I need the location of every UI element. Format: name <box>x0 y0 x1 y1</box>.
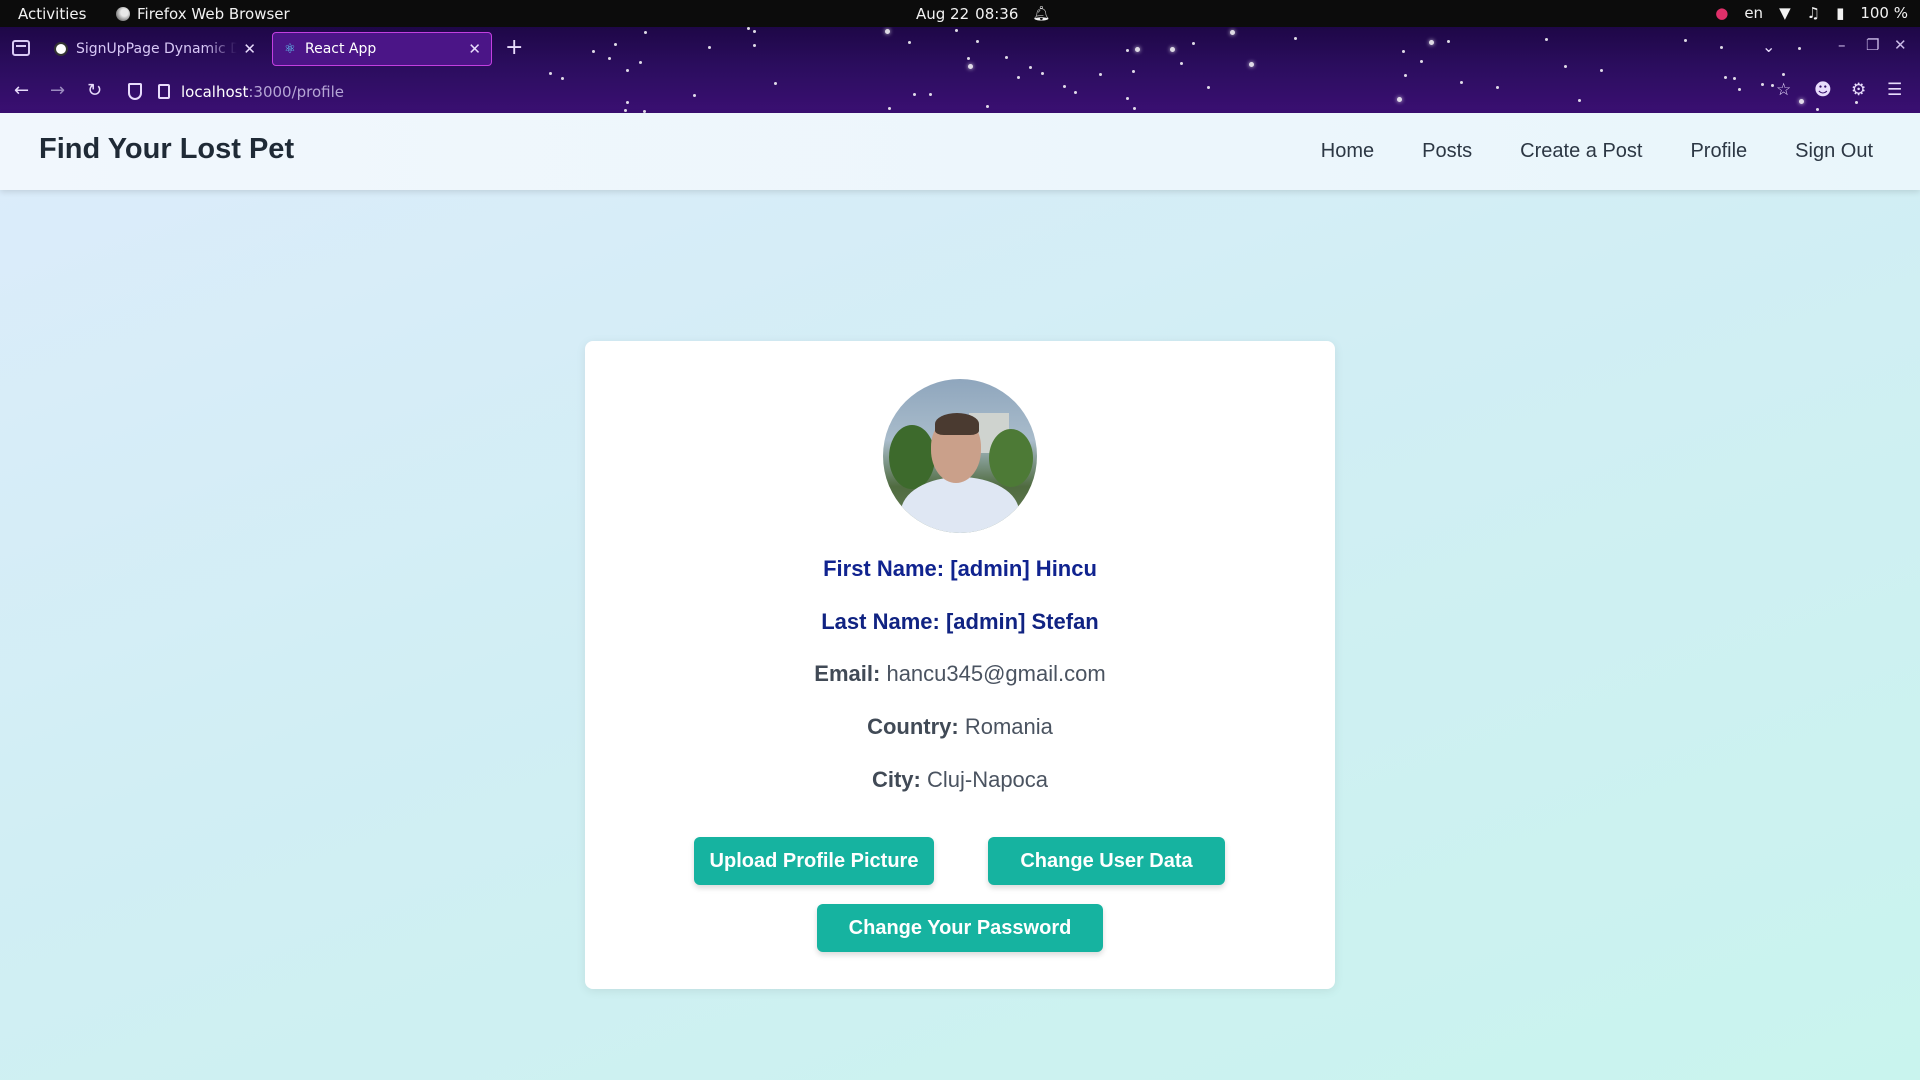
city-label: City: <box>871 767 921 792</box>
first-name-value: [admin] Hincu <box>950 556 1097 581</box>
tab-label: SignUpPage Dynamic Dr <box>76 41 238 57</box>
language-indicator[interactable]: en <box>1744 4 1763 22</box>
clock[interactable]: Aug 22 08:36 🔔︎ <box>916 5 1050 23</box>
back-arrow-icon[interactable]: ← <box>14 80 29 101</box>
bookmark-star-icon[interactable]: ☆ <box>1776 80 1791 100</box>
account-icon[interactable]: ☻ <box>1814 80 1832 100</box>
clock-date: Aug 22 <box>916 5 970 23</box>
city-row: City: Cluj-Napoca <box>585 767 1335 793</box>
last-name-label: Last Name: <box>821 609 940 634</box>
firefox-view-icon[interactable] <box>12 40 30 56</box>
menu-hamburger-icon[interactable]: ☰ <box>1887 80 1902 100</box>
email-value: hancu345@gmail.com <box>886 661 1106 686</box>
nav-home[interactable]: Home <box>1321 140 1374 163</box>
nav-sign-out[interactable]: Sign Out <box>1795 140 1873 163</box>
minimize-icon[interactable]: – <box>1838 36 1846 54</box>
new-tab-icon[interactable]: + <box>505 35 523 60</box>
close-tab-icon[interactable]: ✕ <box>468 40 481 58</box>
city-value: Cluj-Napoca <box>926 767 1049 792</box>
reload-icon[interactable]: ↻ <box>87 80 102 101</box>
nav-menu: Home Posts Create a Post Profile Sign Ou… <box>1321 140 1873 163</box>
close-tab-icon[interactable]: ✕ <box>243 40 256 58</box>
tab-signup-page[interactable]: SignUpPage Dynamic Dr ✕ <box>44 32 266 66</box>
restore-icon[interactable]: ❐ <box>1866 36 1879 54</box>
wifi-icon: ▼ <box>1779 4 1791 22</box>
tracking-protection-shield-icon[interactable] <box>128 83 142 100</box>
activities-button[interactable]: Activities <box>18 5 86 23</box>
page-info-icon[interactable] <box>158 84 170 99</box>
nav-posts[interactable]: Posts <box>1422 140 1472 163</box>
app-name: Firefox Web Browser <box>137 5 290 23</box>
tab-react-app[interactable]: ⚛ React App ✕ <box>272 32 492 66</box>
browser-chrome: SignUpPage Dynamic Dr ✕ ⚛ React App ✕ + … <box>0 27 1920 113</box>
last-name-row: Last Name: [admin] Stefan <box>585 609 1335 635</box>
avatar <box>883 379 1037 533</box>
list-all-tabs-chevron-icon[interactable]: ⌄ <box>1762 37 1775 56</box>
app-navbar: Find Your Lost Pet Home Posts Create a P… <box>0 113 1920 190</box>
email-row: Email: hancu345@gmail.com <box>585 661 1335 687</box>
profile-card: First Name: [admin] Hincu Last Name: [ad… <box>585 341 1335 989</box>
web-page: Find Your Lost Pet Home Posts Create a P… <box>0 113 1920 1080</box>
extensions-icon[interactable]: ⚙ <box>1851 80 1866 100</box>
clock-time: 08:36 <box>975 5 1019 23</box>
country-label: Country: <box>867 714 959 739</box>
battery-level: 100 % <box>1860 4 1908 22</box>
firefox-icon <box>116 7 130 21</box>
system-tray[interactable]: ● en ▼ ♫ ▮ 100 % <box>1715 4 1908 22</box>
url-host: localhost <box>181 83 249 101</box>
nav-profile[interactable]: Profile <box>1690 140 1747 163</box>
volume-muted-icon: ♫ <box>1806 4 1821 22</box>
app-menu[interactable]: Firefox Web Browser <box>116 5 290 23</box>
last-name-value: [admin] Stefan <box>945 609 1099 634</box>
color-picker-icon: ● <box>1715 4 1729 22</box>
os-top-bar: Activities Firefox Web Browser Aug 22 08… <box>0 0 1920 27</box>
country-row: Country: Romania <box>585 714 1335 740</box>
brand-title[interactable]: Find Your Lost Pet <box>39 133 294 166</box>
change-user-data-button[interactable]: Change User Data <box>988 837 1225 885</box>
tab-label: React App <box>305 41 377 57</box>
first-name-row: First Name: [admin] Hincu <box>585 556 1335 582</box>
nav-create-post[interactable]: Create a Post <box>1520 140 1642 163</box>
url-text[interactable]: localhost:3000/profile <box>181 83 344 101</box>
bell-icon: 🔔︎ <box>1032 6 1051 22</box>
tab-strip: SignUpPage Dynamic Dr ✕ ⚛ React App ✕ + … <box>0 27 1920 71</box>
chatgpt-favicon-icon <box>54 42 68 56</box>
navigation-toolbar: ← → ↻ localhost:3000/profile ☆ ☻ ⚙ ☰ <box>0 71 1920 113</box>
url-path: :3000/profile <box>248 83 345 101</box>
close-window-icon[interactable]: ✕ <box>1894 36 1907 54</box>
country-value: Romania <box>964 714 1053 739</box>
upload-profile-picture-button[interactable]: Upload Profile Picture <box>694 837 934 885</box>
react-favicon-icon: ⚛ <box>284 41 296 57</box>
battery-icon: ▮ <box>1836 4 1845 22</box>
first-name-label: First Name: <box>823 556 945 581</box>
forward-arrow-icon[interactable]: → <box>50 80 65 101</box>
change-password-button[interactable]: Change Your Password <box>817 904 1103 952</box>
email-label: Email: <box>814 661 881 686</box>
address-bar[interactable]: localhost:3000/profile <box>120 76 1780 108</box>
